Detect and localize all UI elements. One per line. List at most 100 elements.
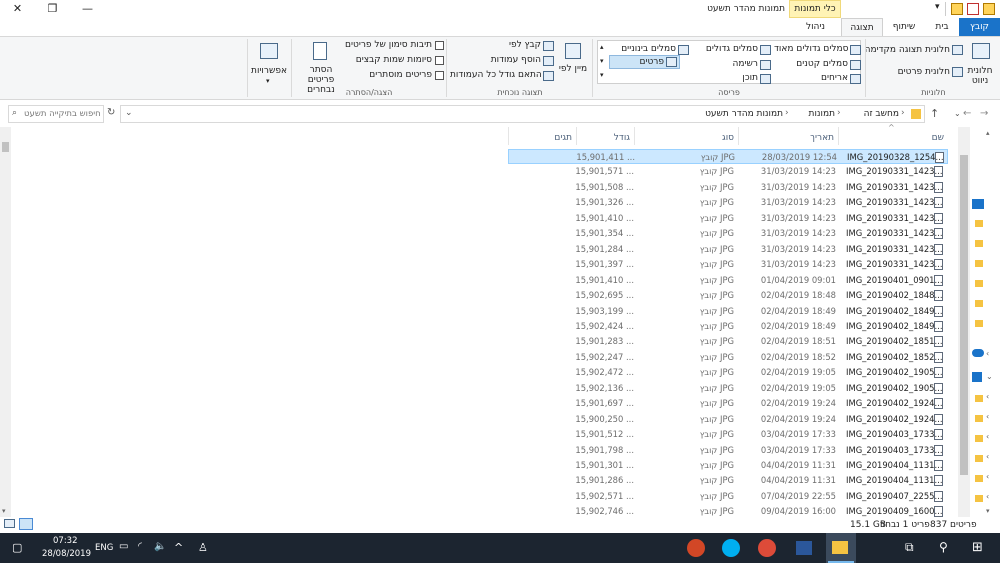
file-row[interactable]: IMG_20190402_1905... 02/04/2019 19:05 קובץ… (508, 381, 948, 396)
up-icon[interactable]: ↑ (930, 107, 939, 120)
folder-icon[interactable] (975, 300, 983, 307)
word-icon[interactable] (796, 541, 812, 555)
file-row[interactable]: IMG_20190403_1733... 03/04/2019 17:33 קובץ… (508, 427, 948, 442)
layout-extra-large-icons[interactable]: סמלים גדולים מאוד (774, 44, 848, 54)
file-row[interactable]: IMG_20190407_2255... 07/04/2019 22:55 קובץ… (508, 489, 948, 504)
layout-details[interactable]: פרטים (609, 55, 680, 69)
file-row[interactable]: IMG_20190331_1423... 31/03/2019 14:23 קובץ… (508, 195, 948, 210)
start-icon[interactable]: ⊞ (972, 540, 983, 555)
breadcrumb-pictures[interactable]: תמונות (793, 109, 835, 119)
new-folder-icon[interactable] (951, 3, 963, 15)
folder-icon[interactable] (975, 260, 983, 267)
breadcrumb-current-folder[interactable]: תמונות מהדר תשעט (699, 109, 783, 119)
folder-icon[interactable] (975, 415, 983, 422)
preview-pane-button[interactable]: חלונית תצוגה מקדימה (858, 45, 950, 55)
details-pane-button[interactable]: חלונית פרטים (880, 67, 950, 77)
recent-locations-icon[interactable]: ⌄ (954, 109, 961, 118)
file-row[interactable]: IMG_20190402_1848... 02/04/2019 18:48 קובץ… (508, 288, 948, 303)
this-pc-icon[interactable] (972, 372, 982, 382)
task-view-icon[interactable]: ⧉ (905, 540, 914, 555)
scroll-down-icon[interactable]: ▾ (2, 507, 6, 515)
tab-file[interactable]: קובץ (959, 18, 1000, 36)
expand-icon[interactable]: ‹ (986, 392, 989, 401)
file-row[interactable]: IMG_20190402_1924... 02/04/2019 19:24 קובץ… (508, 396, 948, 411)
file-row[interactable]: IMG_20190402_1851... 02/04/2019 18:51 קובץ… (508, 334, 948, 349)
expand-icon[interactable]: ‹ (986, 472, 989, 481)
refresh-icon[interactable]: ↻ (107, 107, 115, 118)
navigation-pane-button[interactable]: חלונית ניווט (963, 66, 997, 86)
nav-scroll-up-icon[interactable]: ▴ (986, 129, 990, 137)
tab-manage[interactable]: ניהול (790, 18, 841, 36)
fit-columns-button[interactable]: התאם גודל כל העמודות (450, 70, 542, 80)
add-columns-button[interactable]: הוסף עמודות (478, 55, 541, 65)
sort-by-icon[interactable] (565, 43, 581, 59)
folder-icon[interactable] (975, 280, 983, 287)
clock-date[interactable]: 28/08/2019 (42, 549, 91, 559)
file-row[interactable]: IMG_20190331_1423... 31/03/2019 14:23 קובץ… (508, 242, 948, 257)
layout-content[interactable]: תוכן (718, 73, 758, 83)
file-row[interactable]: IMG_20190331_1423... 31/03/2019 14:23 קובץ… (508, 211, 948, 226)
expand-icon[interactable]: ‹ (986, 432, 989, 441)
file-row[interactable]: IMG_20190404_1131... 04/04/2019 11:31 קובץ… (508, 458, 948, 473)
hidden-items-checkbox[interactable] (435, 71, 444, 80)
file-extensions-checkbox[interactable] (435, 56, 444, 65)
file-row[interactable]: IMG_20190331_1423... 31/03/2019 14:23 קובץ… (508, 257, 948, 272)
layout-list[interactable]: רשימה (718, 59, 758, 69)
file-row[interactable]: IMG_20190401_0901... 01/04/2019 09:01 קובץ… (508, 273, 948, 288)
file-row[interactable]: IMG_20190402_1849... 02/04/2019 18:49 קובץ… (508, 319, 948, 334)
input-language[interactable]: ENG (95, 543, 113, 553)
options-icon[interactable] (260, 43, 278, 59)
gallery-more-icon[interactable]: ▾ (600, 71, 604, 79)
layout-medium-icons[interactable]: סמלים בינוניים (612, 44, 676, 54)
file-row[interactable]: IMG_20190404_1131... 04/04/2019 11:31 קובץ… (508, 473, 948, 488)
forward-icon[interactable]: ← (963, 108, 971, 119)
skype-icon[interactable] (722, 539, 740, 557)
notifications-icon[interactable]: ▢ (12, 541, 22, 554)
breadcrumb-this-pc[interactable]: מחשב זה (845, 109, 899, 119)
folder-icon[interactable] (975, 320, 983, 327)
gallery-up-icon[interactable]: ▴ (600, 43, 604, 51)
item-checkboxes-checkbox[interactable] (435, 41, 444, 50)
onedrive-icon[interactable] (972, 349, 984, 357)
navigation-pane-icon[interactable] (972, 43, 990, 59)
gallery-down-icon[interactable]: ▾ (600, 57, 604, 65)
scrollbar-thumb[interactable] (960, 155, 968, 475)
layout-large-icons[interactable]: סמלים גדולים (702, 44, 758, 54)
powerpoint-icon[interactable] (687, 539, 705, 557)
options-button[interactable]: אפשרויות (249, 66, 289, 76)
search-icon[interactable]: ⚲ (939, 540, 948, 554)
column-header-date[interactable]: תאריך (738, 127, 838, 145)
column-header-name[interactable]: שם (838, 127, 948, 145)
nav-item-icon[interactable] (972, 199, 984, 209)
column-header-type[interactable]: סוג (634, 127, 738, 145)
maximize-button[interactable]: ❐ (35, 0, 70, 18)
options-dropdown-icon[interactable]: ▾ (266, 77, 270, 85)
hide-selected-icon[interactable] (313, 42, 327, 60)
folder-icon[interactable] (975, 455, 983, 462)
column-header-size[interactable]: גודל (576, 127, 634, 145)
folder-icon[interactable] (975, 435, 983, 442)
details-view-icon[interactable] (19, 518, 33, 530)
expand-icon[interactable]: ⌄ (986, 372, 993, 381)
file-row[interactable]: IMG_20190403_1733... 03/04/2019 17:33 קובץ… (508, 443, 948, 458)
file-row[interactable]: IMG_20190331_1423... 31/03/2019 14:23 קובץ… (508, 226, 948, 241)
folder-icon[interactable] (975, 240, 983, 247)
tab-share[interactable]: שיתוף (883, 18, 925, 36)
close-button[interactable]: ✕ (0, 0, 35, 18)
file-row[interactable]: IMG_20190331_1423... 31/03/2019 14:23 קובץ… (508, 180, 948, 195)
back-icon[interactable]: → (980, 108, 988, 119)
tab-view[interactable]: תצוגה (841, 18, 883, 36)
thumbnails-view-icon[interactable] (4, 519, 15, 528)
folder-icon[interactable] (975, 475, 983, 482)
file-row[interactable]: IMG_20190331_1423... 31/03/2019 14:23 קובץ… (508, 164, 948, 179)
properties-icon[interactable] (967, 3, 979, 15)
group-by-button[interactable]: קבץ לפי (488, 40, 541, 50)
battery-icon[interactable]: ▭ (119, 541, 128, 552)
file-row[interactable]: IMG_20190402_1924... 02/04/2019 19:24 קובץ… (508, 412, 948, 427)
clock-time[interactable]: 07:32 (53, 536, 78, 546)
people-icon[interactable]: ♙ (198, 541, 208, 554)
layout-tiles[interactable]: אריחים (798, 73, 848, 83)
qat-dropdown-icon[interactable]: ▾ (935, 2, 940, 12)
folder-icon[interactable] (975, 495, 983, 502)
folder-icon[interactable] (975, 395, 983, 402)
